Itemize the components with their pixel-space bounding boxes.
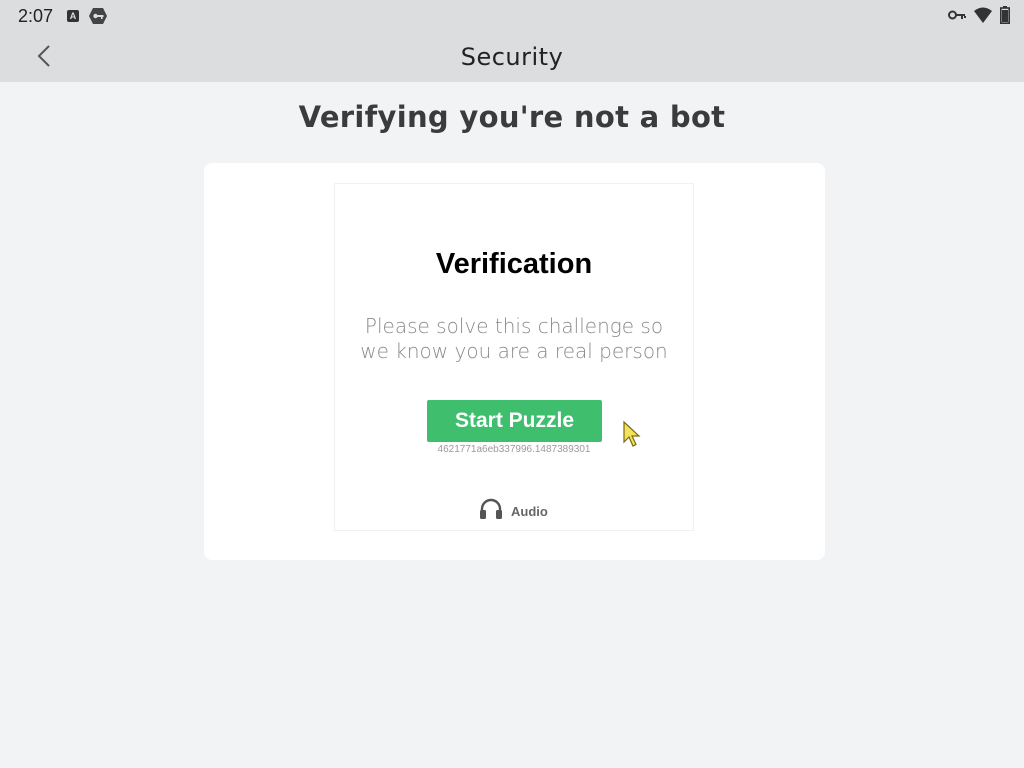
status-bar: 2:07 A: [0, 0, 1024, 32]
audio-label: Audio: [511, 504, 548, 519]
verification-title: Verification: [435, 248, 593, 280]
audio-challenge-button[interactable]: Audio: [479, 498, 548, 525]
a-notification-icon: A: [67, 10, 80, 22]
battery-icon: [1000, 6, 1010, 24]
headphones-icon: [479, 498, 503, 525]
wifi-icon: [974, 7, 992, 23]
mouse-cursor-icon: [622, 420, 644, 455]
vpn-key-icon: [948, 9, 966, 21]
verification-card: Verification Please solve this challenge…: [334, 183, 694, 531]
back-button[interactable]: [28, 42, 60, 74]
start-puzzle-button[interactable]: Start Puzzle: [427, 400, 602, 442]
page-heading: Verifying you're not a bot: [298, 100, 726, 134]
key-notification-icon: [89, 8, 108, 24]
app-bar-title: Security: [460, 43, 564, 71]
verification-description: Please solve this challenge so we know y…: [360, 314, 668, 363]
app-bar: Security: [0, 32, 1024, 82]
chevron-left-icon: [36, 44, 52, 73]
status-time: 2:07: [18, 5, 54, 26]
